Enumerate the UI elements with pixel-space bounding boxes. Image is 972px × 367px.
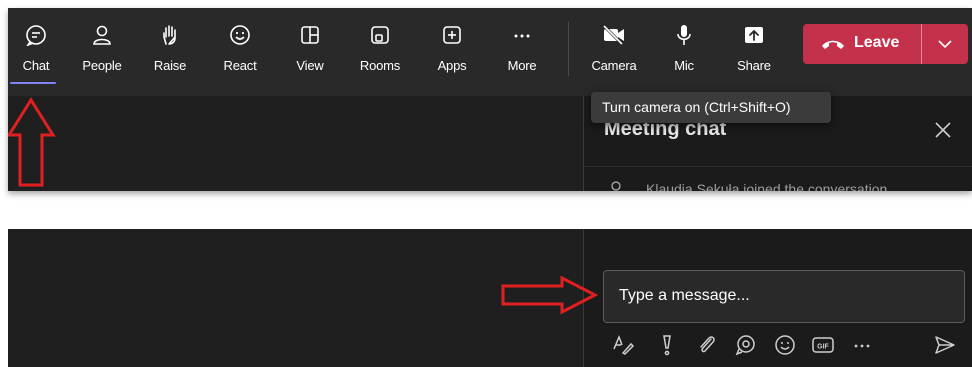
- people-label: People: [82, 58, 122, 73]
- message-input[interactable]: Type a message...: [603, 270, 965, 323]
- send-button[interactable]: [933, 333, 957, 357]
- attach-button[interactable]: [695, 333, 719, 357]
- leave-label: Leave: [854, 34, 900, 51]
- annotation-arrow-right: [501, 276, 599, 315]
- important-button[interactable]: [655, 333, 679, 357]
- important-icon: [663, 335, 671, 356]
- raise-label: Raise: [153, 58, 187, 73]
- rooms-button[interactable]: Rooms: [352, 8, 408, 88]
- chevron-down-icon: [938, 40, 952, 49]
- rooms-icon: [371, 26, 389, 44]
- loop-icon: [735, 335, 755, 356]
- message-input-placeholder: Type a message...: [619, 287, 750, 304]
- phone-hangup-icon: [822, 40, 844, 49]
- system-message-text: Klaudia Sekuła joined the conversation.: [646, 181, 892, 191]
- emoji-icon: [775, 335, 795, 355]
- leave-options-dropdown[interactable]: [922, 24, 968, 64]
- more-button[interactable]: More: [494, 8, 550, 88]
- people-button[interactable]: People: [74, 8, 130, 88]
- react-label: React: [223, 58, 257, 73]
- gif-button[interactable]: GIF: [811, 333, 835, 357]
- share-label: Share: [737, 58, 771, 73]
- leave-button-group: Leave: [803, 24, 968, 64]
- active-tab-indicator: [10, 82, 56, 84]
- share-icon: [745, 27, 763, 43]
- people-icon: [93, 25, 111, 45]
- person-joined-icon: [611, 181, 621, 191]
- rooms-label: Rooms: [359, 58, 401, 73]
- meeting-window-bottom: Type a message... GIF: [8, 229, 972, 367]
- more-options-button[interactable]: [850, 333, 874, 357]
- apps-button[interactable]: Apps: [424, 8, 480, 88]
- view-label: View: [296, 58, 324, 73]
- mic-button[interactable]: Mic: [656, 8, 712, 88]
- chat-icon: [26, 25, 46, 46]
- annotation-arrow-up: [8, 97, 56, 187]
- mic-label: Mic: [674, 58, 694, 73]
- tooltip-text: Turn camera on (Ctrl+Shift+O): [602, 99, 791, 115]
- view-grid-icon: [301, 26, 319, 44]
- camera-button[interactable]: Camera: [586, 8, 642, 88]
- chat-label: Chat: [22, 58, 50, 73]
- apps-label: Apps: [437, 58, 467, 73]
- chat-button[interactable]: Chat: [8, 8, 64, 88]
- more-icon: [854, 344, 870, 348]
- camera-tooltip: Turn camera on (Ctrl+Shift+O): [591, 92, 831, 123]
- toolbar-divider: [568, 22, 569, 76]
- meeting-window-top: Chat People Raise React View Rooms Apps …: [8, 8, 972, 191]
- format-icon: [613, 334, 635, 355]
- attach-icon: [700, 336, 715, 353]
- react-button[interactable]: React: [212, 8, 268, 88]
- mic-icon: [677, 25, 691, 45]
- send-icon: [935, 336, 955, 354]
- share-button[interactable]: Share: [726, 8, 782, 88]
- raise-hand-button[interactable]: Raise: [142, 8, 198, 88]
- chat-header-divider: [584, 166, 972, 167]
- meeting-toolbar: Chat People Raise React View Rooms Apps …: [8, 8, 972, 96]
- format-button[interactable]: [611, 333, 635, 357]
- leave-button[interactable]: Leave: [803, 24, 921, 64]
- camera-label: Camera: [591, 58, 637, 73]
- chat-compose-pane: Type a message... GIF: [583, 229, 972, 367]
- view-button[interactable]: View: [282, 8, 338, 88]
- apps-plus-icon: [443, 26, 461, 44]
- raise-hand-icon: [163, 25, 176, 45]
- emoji-button[interactable]: [773, 333, 797, 357]
- gif-icon: GIF: [812, 337, 834, 353]
- loop-button[interactable]: [733, 333, 757, 357]
- camera-off-icon: [602, 24, 624, 46]
- svg-text:GIF: GIF: [817, 344, 829, 351]
- more-dots-icon: [514, 34, 530, 38]
- more-label: More: [507, 58, 537, 73]
- close-icon: [935, 122, 951, 138]
- close-chat-button[interactable]: [933, 120, 953, 140]
- smiley-icon: [230, 25, 250, 45]
